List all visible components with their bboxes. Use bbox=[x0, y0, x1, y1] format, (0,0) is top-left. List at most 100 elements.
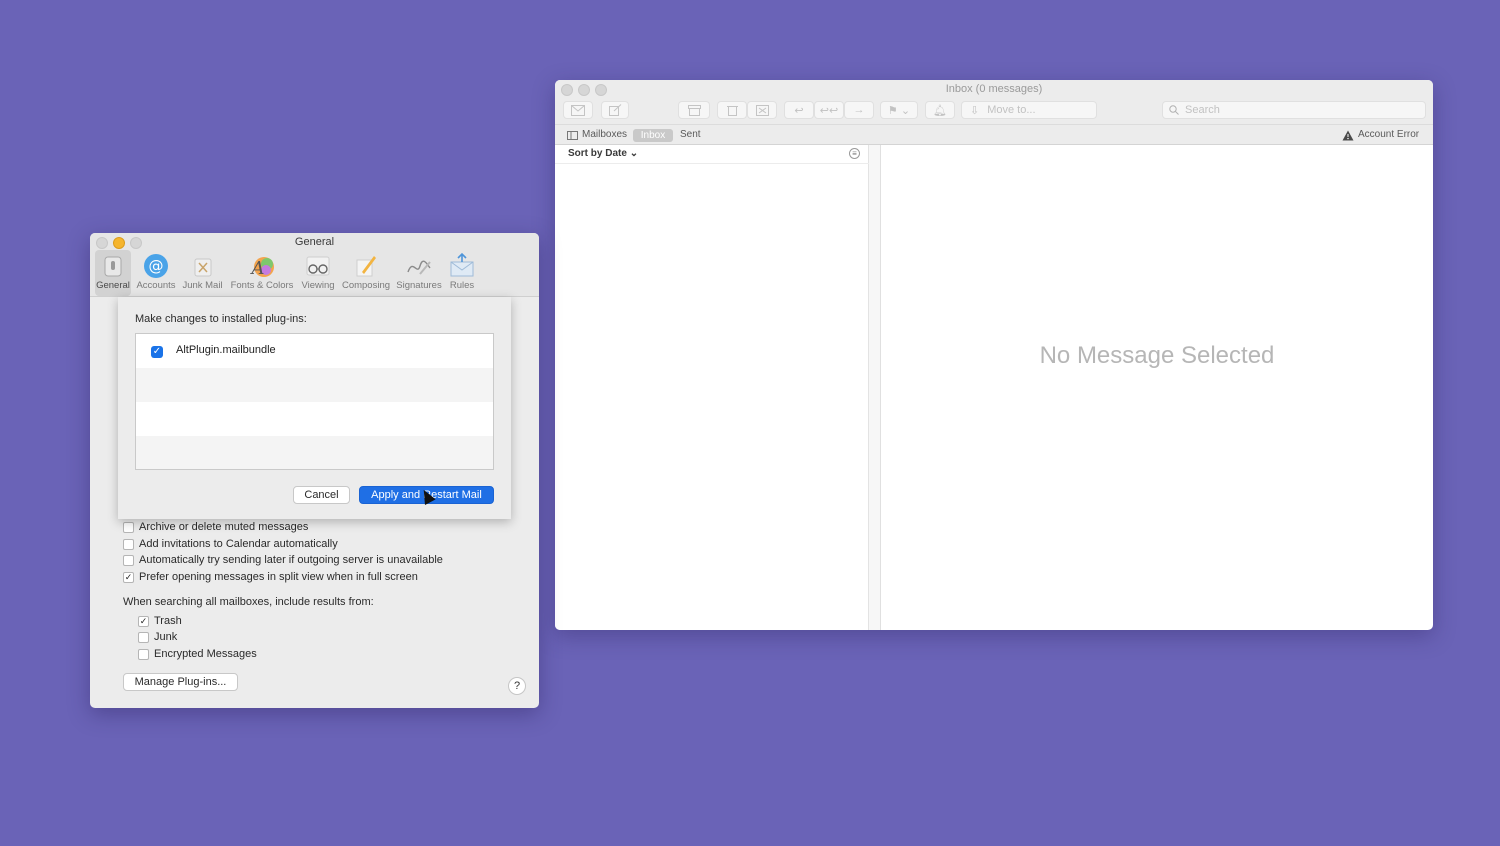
checkbox-checked[interactable]: ✓ bbox=[138, 615, 149, 627]
tab-accounts[interactable]: @ Accounts bbox=[135, 250, 177, 296]
chevron-down-icon: ⌄ bbox=[629, 148, 639, 159]
mailboxes-toggle[interactable]: Mailboxes bbox=[567, 128, 627, 142]
tab-junk-mail-label: Junk Mail bbox=[182, 280, 223, 291]
search-source-trash[interactable]: ✓ Trash bbox=[138, 613, 182, 629]
tab-signatures-label: Signatures bbox=[396, 280, 442, 291]
trash-x-icon bbox=[194, 258, 211, 277]
get-mail-button[interactable] bbox=[563, 101, 593, 119]
search-heading: When searching all mailboxes, include re… bbox=[123, 596, 374, 608]
checkbox-checked[interactable]: ✓ bbox=[123, 571, 134, 583]
option-split-view[interactable]: ✓ Prefer opening messages in split view … bbox=[123, 569, 418, 585]
general-switch-icon bbox=[104, 256, 122, 277]
account-error-label: Account Error bbox=[1358, 129, 1420, 140]
preferences-window: General General @ Accounts Junk Mail A F… bbox=[90, 233, 539, 708]
compose-icon bbox=[608, 104, 621, 116]
plugins-sheet: Make changes to installed plug-ins: ✓ Al… bbox=[118, 297, 511, 519]
sidebar-icon bbox=[567, 130, 578, 140]
glasses-icon bbox=[306, 256, 330, 276]
tab-general-label: General bbox=[96, 280, 130, 291]
mute-button[interactable]: 🔔︎ bbox=[925, 101, 955, 119]
move-icon: ⇩ bbox=[970, 104, 980, 117]
pencil-note-icon bbox=[356, 256, 376, 277]
svg-text:@: @ bbox=[149, 257, 164, 275]
tab-rules-label: Rules bbox=[449, 280, 475, 291]
tab-viewing[interactable]: Viewing bbox=[298, 250, 338, 296]
reply-button[interactable]: ↩ bbox=[784, 101, 814, 119]
signature-icon bbox=[407, 260, 431, 275]
compose-button[interactable] bbox=[601, 101, 629, 119]
sheet-prompt: Make changes to installed plug-ins: bbox=[135, 313, 307, 325]
message-list[interactable] bbox=[555, 145, 869, 630]
pane-divider[interactable] bbox=[869, 145, 881, 630]
account-error-button[interactable]: Account Error bbox=[1342, 128, 1419, 142]
source-label: Trash bbox=[154, 615, 182, 627]
warning-icon bbox=[1342, 130, 1354, 140]
search-placeholder: Search bbox=[1185, 104, 1220, 116]
flag-button[interactable]: ⚑ ⌄ bbox=[880, 101, 918, 119]
search-source-junk[interactable]: Junk bbox=[138, 629, 177, 645]
mailboxes-label: Mailboxes bbox=[582, 129, 628, 140]
table-row-empty bbox=[136, 402, 493, 436]
tab-fonts-colors-label: Fonts & Colors bbox=[230, 280, 294, 291]
search-field[interactable]: Search bbox=[1162, 101, 1426, 119]
font-palette-icon: A bbox=[250, 257, 274, 279]
checkbox[interactable] bbox=[123, 538, 134, 550]
checkbox[interactable] bbox=[123, 521, 134, 533]
sort-menu[interactable]: Sort by Date ⌄ bbox=[568, 148, 638, 159]
empty-state-label: No Message Selected bbox=[1039, 342, 1275, 369]
junk-button[interactable] bbox=[747, 101, 777, 119]
reply-icon: ↩ bbox=[794, 104, 804, 117]
archive-icon bbox=[687, 104, 701, 116]
search-icon bbox=[1169, 105, 1179, 115]
move-to-menu[interactable]: ⇩ Move to... bbox=[961, 101, 1097, 119]
plugin-name: AltPlugin.mailbundle bbox=[176, 344, 276, 356]
table-row-empty bbox=[136, 436, 493, 469]
checkbox[interactable] bbox=[138, 631, 149, 643]
source-label: Junk bbox=[154, 631, 178, 643]
tab-junk-mail[interactable]: Junk Mail bbox=[180, 250, 225, 296]
at-sign-icon: @ bbox=[144, 254, 168, 278]
reply-all-button[interactable]: ↩↩ bbox=[814, 101, 844, 119]
sort-label: Sort by Date bbox=[568, 148, 627, 159]
search-source-encrypted[interactable]: Encrypted Messages bbox=[138, 646, 257, 662]
forward-icon: → bbox=[853, 104, 865, 116]
tab-rules[interactable]: Rules bbox=[446, 250, 478, 296]
archive-button[interactable] bbox=[678, 101, 710, 119]
tab-signatures[interactable]: Signatures bbox=[395, 250, 443, 296]
delete-button[interactable] bbox=[717, 101, 747, 119]
svg-text:A: A bbox=[250, 258, 265, 279]
option-label: Archive or delete muted messages bbox=[139, 521, 309, 533]
manage-plugins-button[interactable]: Manage Plug-ins... bbox=[123, 673, 238, 691]
trash-icon bbox=[726, 106, 738, 116]
move-to-label: Move to... bbox=[987, 104, 1036, 116]
preferences-title: General bbox=[294, 236, 335, 248]
bell-icon: 🔔︎ bbox=[933, 104, 947, 117]
checkbox[interactable] bbox=[138, 648, 149, 660]
tab-general[interactable]: General bbox=[95, 250, 131, 296]
plugins-table: ✓ AltPlugin.mailbundle bbox=[135, 333, 494, 470]
option-label: Automatically try sending later if outgo… bbox=[139, 554, 443, 566]
help-button[interactable]: ? bbox=[508, 677, 526, 695]
favorite-inbox[interactable]: Inbox bbox=[633, 129, 673, 142]
option-send-later[interactable]: Automatically try sending later if outgo… bbox=[123, 552, 443, 568]
source-label: Encrypted Messages bbox=[154, 648, 257, 660]
junk-icon bbox=[755, 104, 769, 116]
option-calendar-invitations[interactable]: Add invitations to Calendar automaticall… bbox=[123, 536, 338, 552]
envelope-icon bbox=[571, 104, 585, 116]
tab-composing[interactable]: Composing bbox=[341, 250, 391, 296]
reply-all-icon: ↩↩ bbox=[819, 104, 839, 117]
plugin-enabled-checkbox[interactable]: ✓ bbox=[151, 346, 163, 358]
checkbox[interactable] bbox=[123, 554, 134, 566]
window-title: Inbox (0 messages) bbox=[945, 83, 1043, 95]
flag-icon: ⚑ ⌄ bbox=[887, 104, 911, 117]
filter-icon[interactable]: ≡ bbox=[849, 148, 860, 159]
favorite-sent[interactable]: Sent bbox=[680, 128, 701, 142]
forward-button[interactable]: → bbox=[844, 101, 874, 119]
plugin-row[interactable]: ✓ AltPlugin.mailbundle bbox=[136, 334, 493, 368]
option-archive-muted[interactable]: Archive or delete muted messages bbox=[123, 519, 308, 535]
tab-fonts-colors[interactable]: A Fonts & Colors bbox=[229, 250, 295, 296]
option-label: Prefer opening messages in split view wh… bbox=[139, 571, 418, 583]
mail-window: Inbox (0 messages) ↩ ↩↩ → ⚑ ⌄ 🔔︎ ⇩ Move … bbox=[555, 80, 1433, 630]
tab-viewing-label: Viewing bbox=[301, 280, 335, 291]
cancel-button[interactable]: Cancel bbox=[293, 486, 350, 504]
